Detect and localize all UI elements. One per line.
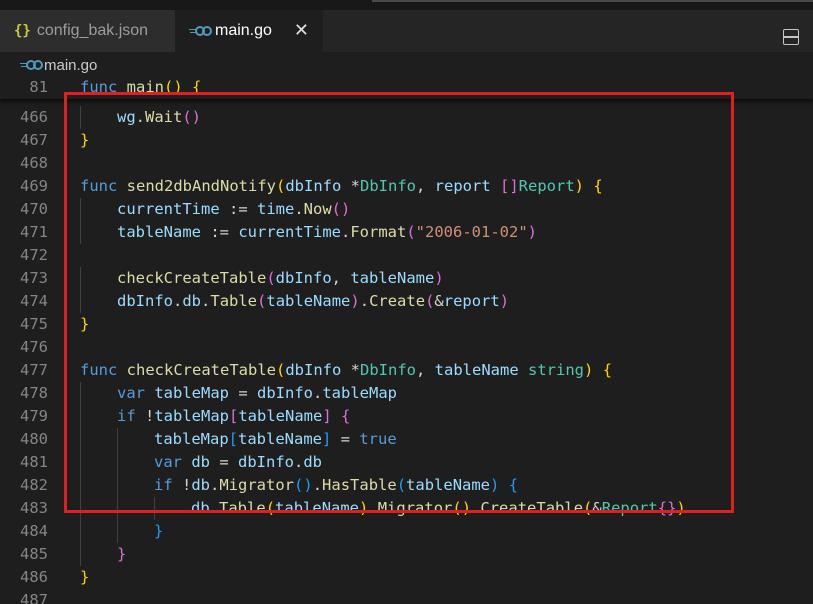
line-number: 81	[29, 78, 48, 96]
line-number: 469	[20, 177, 48, 195]
line-number: 479	[20, 407, 48, 425]
breadcrumb: main.go	[0, 52, 813, 78]
go-icon	[189, 26, 212, 36]
code-line[interactable]: 485}	[0, 543, 813, 566]
highlight-box	[64, 92, 734, 513]
code-token: }	[80, 568, 90, 586]
line-number: 484	[20, 522, 48, 540]
line-number: 471	[20, 223, 48, 241]
line-number: 482	[20, 476, 48, 494]
tab-label: main.go	[215, 22, 272, 39]
line-number: 485	[20, 545, 48, 563]
line-number: 481	[20, 453, 48, 471]
code-text: }	[80, 566, 89, 589]
line-number: 475	[20, 315, 48, 333]
indent-guide	[117, 520, 118, 543]
title-strip	[0, 0, 813, 10]
code-line[interactable]: 484}	[0, 520, 813, 543]
code-line[interactable]: 487	[0, 589, 813, 604]
line-number: 467	[20, 131, 48, 149]
line-number: 478	[20, 384, 48, 402]
code-line[interactable]: 486}	[0, 566, 813, 589]
title-strip-hint	[372, 0, 813, 2]
split-editor-icon[interactable]	[783, 29, 799, 45]
line-number: 480	[20, 430, 48, 448]
code-text: }	[154, 520, 163, 543]
breadcrumb-file[interactable]: main.go	[44, 57, 97, 74]
close-icon[interactable]: ✕	[294, 20, 309, 41]
line-number: 486	[20, 568, 48, 586]
tab-main-go[interactable]: main.go ✕	[175, 10, 323, 52]
tab-label: config_bak.json	[36, 22, 149, 39]
line-number: 477	[20, 361, 48, 379]
line-number: 483	[20, 499, 48, 517]
go-icon	[20, 60, 43, 70]
indent-guide	[80, 543, 81, 566]
code-token: }	[117, 545, 127, 563]
line-number: 476	[20, 338, 48, 356]
line-number: 474	[20, 292, 48, 310]
json-icon: {}	[14, 23, 31, 39]
code-token: }	[154, 522, 164, 540]
line-number: 470	[20, 200, 48, 218]
line-number: 466	[20, 108, 48, 126]
line-number: 473	[20, 269, 48, 287]
indent-guide	[80, 520, 81, 543]
code-text: }	[117, 543, 126, 566]
line-number: 468	[20, 154, 48, 172]
line-number: 472	[20, 246, 48, 264]
tab-config-bak-json[interactable]: {} config_bak.json	[0, 10, 175, 52]
line-number: 487	[20, 591, 48, 604]
tab-bar: {} config_bak.json main.go ✕	[0, 10, 813, 52]
